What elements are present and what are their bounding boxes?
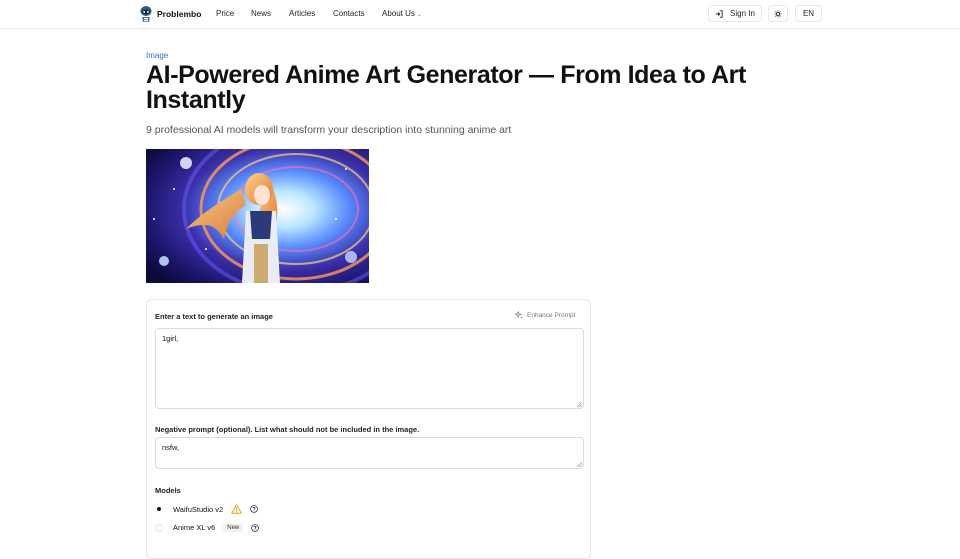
radio-unselected-icon[interactable] [155, 523, 163, 532]
model-name: WaifuStudio v2 [173, 504, 224, 514]
help-icon[interactable] [251, 523, 260, 532]
top-header: Problembo Price News Articles Contacts A… [0, 0, 960, 29]
negative-prompt-text: nsfw, [162, 443, 180, 452]
enhance-prompt-button[interactable]: Enhance Prompt [515, 311, 575, 319]
page-subtitle: 9 professional AI models will transform … [146, 124, 512, 136]
prompt-textarea[interactable]: 1girl, [155, 328, 584, 409]
prompt-label: Enter a text to generate an image [155, 312, 273, 321]
nav-news[interactable]: News [251, 9, 271, 18]
page-title: AI-Powered Anime Art Generator — From Id… [146, 61, 746, 114]
negative-prompt-label: Negative prompt (optional). List what sh… [155, 425, 420, 434]
generator-form: Enter a text to generate an image Enhanc… [146, 299, 591, 559]
nav-about-us-label: About Us [382, 9, 415, 18]
sun-icon [774, 9, 782, 18]
models-label: Models [155, 486, 181, 495]
nav-price[interactable]: Price [216, 9, 234, 18]
chevron-down-icon: ⌄ [416, 12, 422, 18]
sparkle-icon [515, 311, 523, 319]
sign-in-label: Sign In [730, 9, 755, 18]
resize-handle-icon[interactable] [576, 461, 582, 467]
sign-in-icon [715, 9, 723, 18]
category-link[interactable]: Image [146, 51, 168, 60]
nav-contacts[interactable]: Contacts [333, 9, 365, 18]
warning-icon[interactable] [231, 504, 242, 514]
raccoon-logo-icon [140, 6, 152, 22]
prompt-text: 1girl, [162, 334, 179, 343]
nav-articles[interactable]: Articles [289, 9, 315, 18]
language-label: EN [802, 9, 815, 18]
model-option-waifustudio[interactable]: WaifuStudio v2 [155, 504, 258, 514]
help-icon[interactable] [250, 505, 258, 513]
language-button[interactable]: EN [795, 5, 822, 22]
new-badge: New [223, 523, 244, 532]
sign-in-button[interactable]: Sign In [708, 5, 762, 22]
negative-prompt-textarea[interactable]: nsfw, [155, 437, 584, 469]
brand-name: Problembo [157, 9, 202, 19]
resize-handle-icon[interactable] [576, 401, 582, 407]
model-name: Anime XL v6 [173, 523, 216, 532]
brand-logo[interactable]: Problembo [139, 5, 201, 23]
hero-image [146, 149, 369, 283]
radio-selected-icon[interactable] [155, 505, 163, 513]
enhance-prompt-label: Enhance Prompt [527, 311, 576, 319]
anime-girl-illustration [146, 149, 369, 283]
model-option-anime-xl[interactable]: Anime XL v6 New [155, 523, 260, 532]
nav-about-us[interactable]: About Us ⌄ [382, 9, 422, 18]
theme-toggle-button[interactable] [768, 5, 788, 22]
